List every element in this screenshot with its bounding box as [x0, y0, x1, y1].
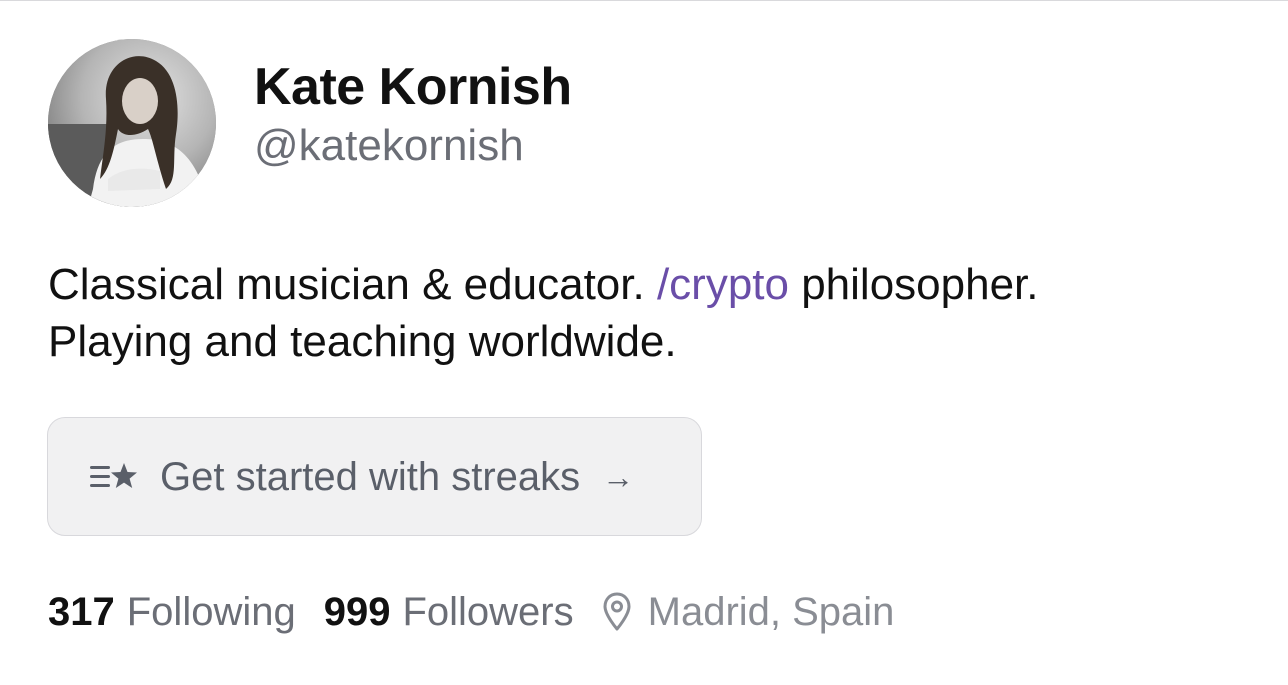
following-stat[interactable]: 317 Following: [48, 587, 296, 637]
following-count: 317: [48, 590, 115, 634]
username-handle: @katekornish: [254, 121, 524, 171]
avatar[interactable]: [48, 39, 216, 207]
bio-text-part: philosopher.: [788, 260, 1039, 309]
display-name: Kate Kornish: [254, 58, 572, 116]
avatar-photo: [48, 39, 216, 207]
profile-header: Kate Kornish @katekornish: [48, 39, 572, 207]
bio-text-line2: Playing and teaching worldwide.: [48, 317, 677, 366]
map-pin-icon: [602, 591, 632, 633]
arrow-right-icon: →: [602, 458, 635, 495]
followers-count: 999: [323, 590, 391, 634]
followers-label: Followers: [402, 590, 574, 634]
profile-names: Kate Kornish @katekornish: [254, 58, 572, 173]
profile-stats: 317 Following 999 Followers Madrid, Spai…: [48, 587, 894, 637]
location-text: Madrid, Spain: [647, 590, 895, 634]
get-started-streaks-button[interactable]: Get started with streaks →: [47, 417, 702, 536]
profile-bio: Classical musician & educator. /crypto p…: [48, 256, 1248, 370]
list-star-icon: [88, 459, 142, 495]
followers-stat[interactable]: 999 Followers: [324, 587, 574, 637]
location: Madrid, Spain: [602, 587, 895, 637]
streaks-button-label: Get started with streaks: [160, 454, 581, 499]
profile-page: Kate Kornish @katekornish Classical musi…: [0, 0, 1288, 685]
channel-link[interactable]: /crypto: [657, 260, 789, 309]
following-label: Following: [126, 590, 296, 634]
bio-text-part: Classical musician & educator.: [48, 260, 657, 309]
